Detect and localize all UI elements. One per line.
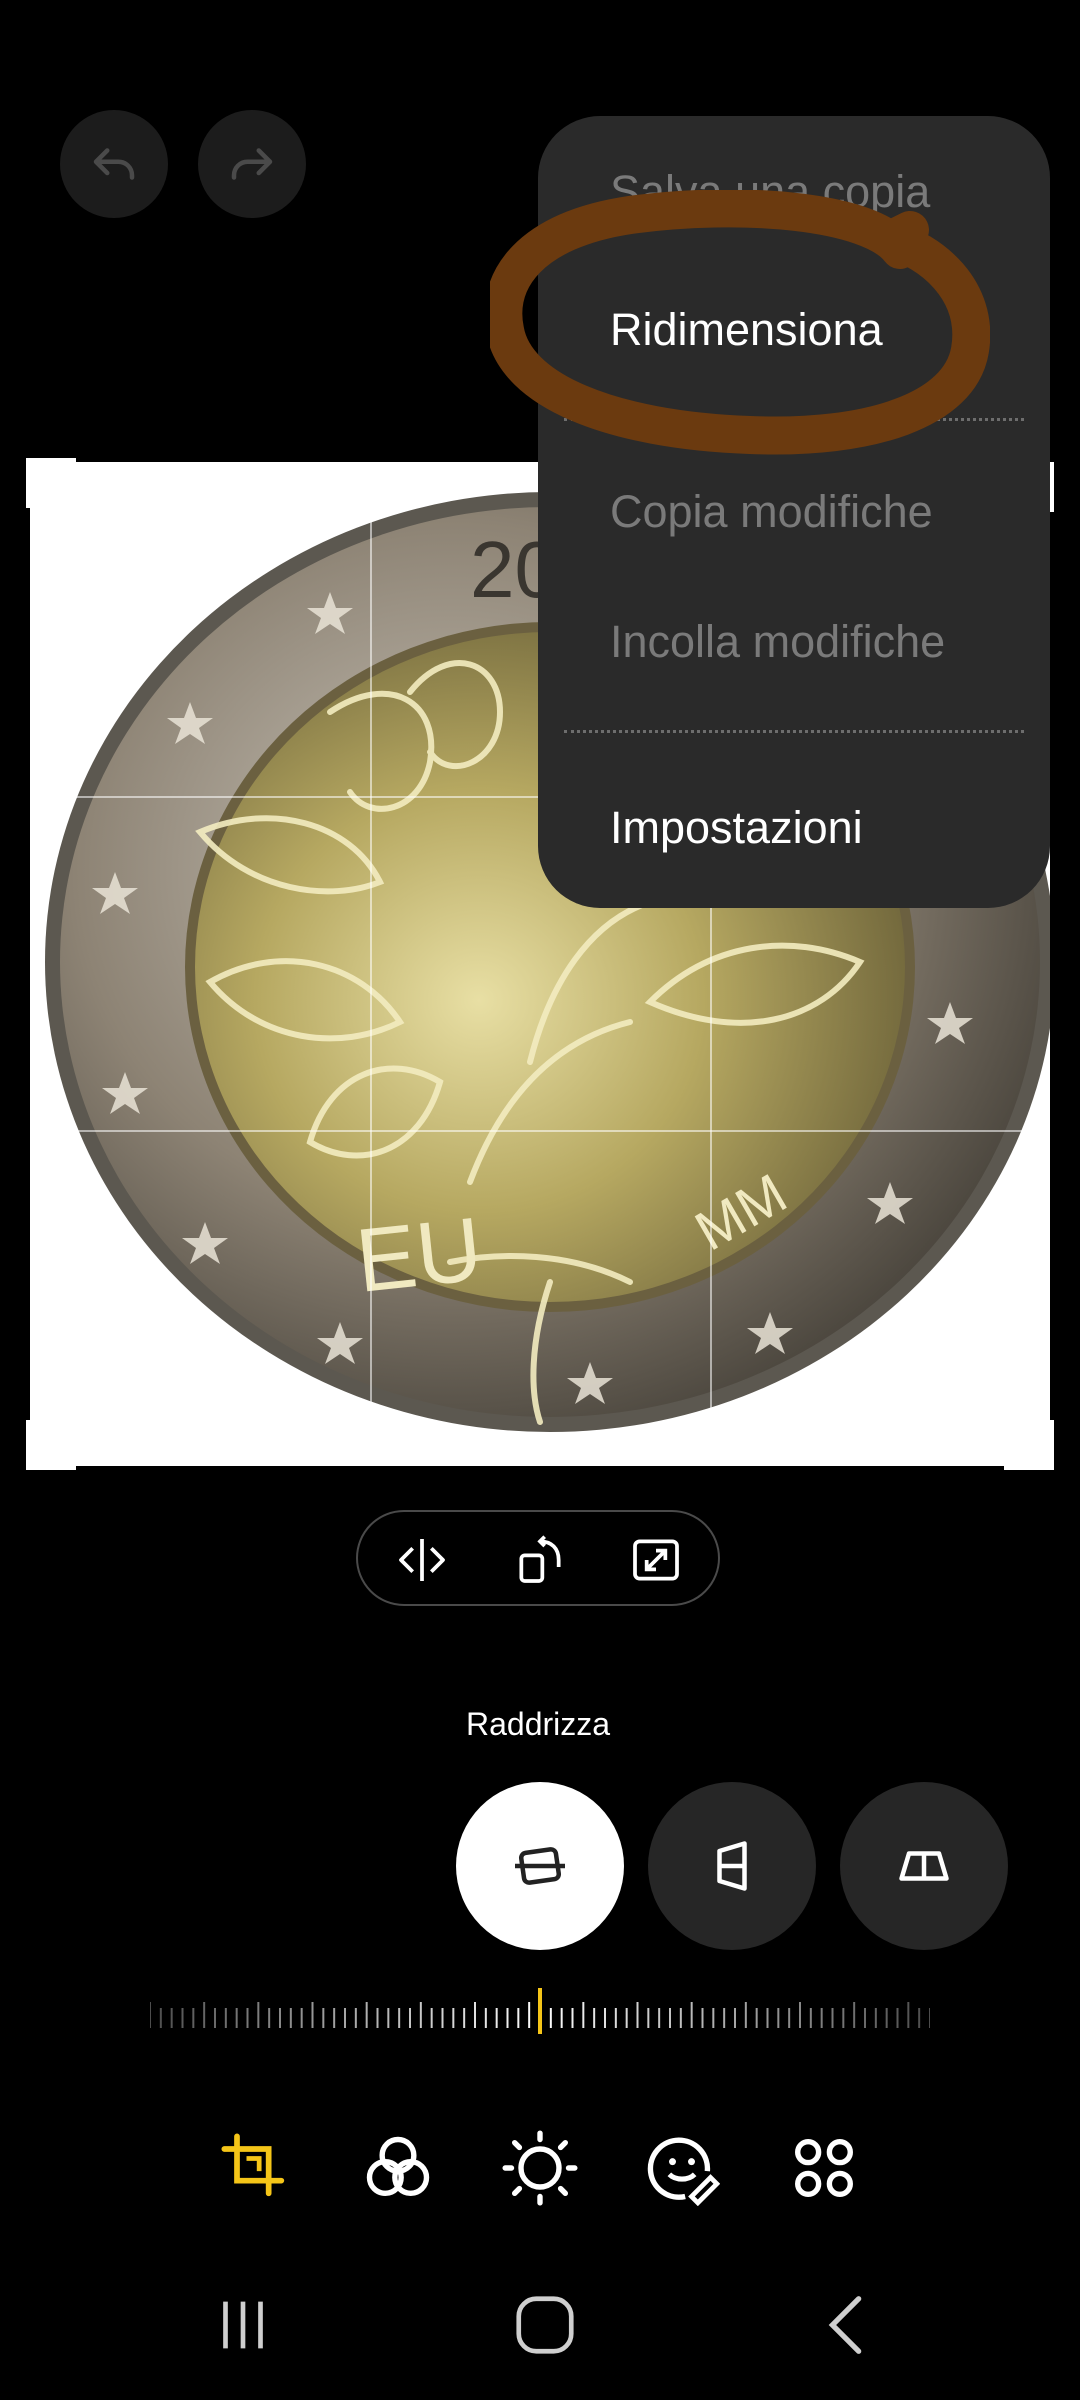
horizontal-perspective-icon	[899, 1851, 949, 1881]
recent-apps-icon[interactable]	[208, 2290, 278, 2360]
crop-handle-top-left[interactable]	[26, 458, 32, 508]
menu-item-settings[interactable]: Impostazioni	[610, 802, 863, 854]
flip-horizontal-icon[interactable]	[394, 1532, 450, 1588]
sticker-icon[interactable]	[644, 2130, 720, 2206]
straighten-icon	[515, 1847, 565, 1885]
crop-handle-bottom-right[interactable]	[1004, 1464, 1054, 1470]
crop-grid-line	[30, 1130, 1050, 1132]
menu-item-copy-edits[interactable]: Copia modifiche	[610, 486, 933, 538]
straighten-label: Raddrizza	[466, 1706, 611, 1742]
more-tools-icon[interactable]	[786, 2130, 862, 2206]
vertical-perspective-icon	[717, 1841, 747, 1891]
crop-handle-bottom-left[interactable]	[26, 1464, 76, 1470]
menu-divider	[564, 730, 1024, 733]
redo-button[interactable]	[198, 110, 306, 218]
brightness-icon[interactable]	[502, 2130, 578, 2206]
home-icon[interactable]	[510, 2290, 580, 2360]
back-icon[interactable]	[812, 2290, 882, 2360]
undo-arrow-icon	[93, 148, 135, 180]
straighten-dial[interactable]	[150, 1988, 930, 2048]
filters-icon[interactable]	[360, 2130, 436, 2206]
crop-rotate-icon[interactable]	[218, 2130, 294, 2206]
redo-arrow-icon	[231, 148, 273, 180]
crop-grid-line	[370, 462, 372, 1466]
highlight-annotation	[490, 190, 990, 455]
crop-handle-top-left[interactable]	[26, 458, 76, 464]
rotate-icon[interactable]	[512, 1532, 568, 1588]
crop-handle-bottom-left[interactable]	[26, 1420, 32, 1470]
transform-tools	[356, 1510, 720, 1606]
aspect-ratio-icon[interactable]	[628, 1532, 684, 1588]
straighten-mode-button[interactable]	[456, 1782, 624, 1950]
horizontal-perspective-button[interactable]	[840, 1782, 1008, 1950]
crop-handle-bottom-right[interactable]	[1048, 1420, 1054, 1470]
undo-button[interactable]	[60, 110, 168, 218]
vertical-perspective-button[interactable]	[648, 1782, 816, 1950]
menu-item-paste-edits[interactable]: Incolla modifiche	[610, 616, 945, 668]
